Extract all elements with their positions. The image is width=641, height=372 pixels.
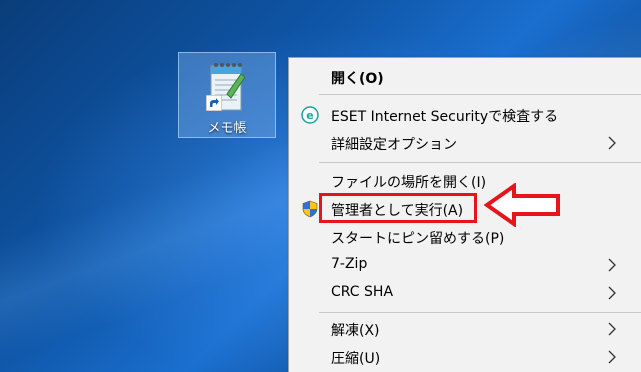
menu-item-open[interactable]: 開く(O)	[289, 64, 639, 90]
chevron-right-icon	[608, 136, 616, 150]
menu-item-advanced-options[interactable]: 詳細設定オプション	[289, 130, 639, 156]
menu-item-crc-sha-label: CRC SHA	[331, 284, 394, 300]
menu-separator	[319, 162, 641, 163]
uac-shield-icon	[302, 200, 318, 218]
menu-item-eset-scan-label: ESET Internet Securityで検査する	[331, 109, 559, 125]
menu-item-7zip-label: 7-Zip	[331, 256, 368, 272]
chevron-right-icon	[608, 350, 616, 364]
notepad-desktop-shortcut[interactable]: メモ帳	[178, 52, 276, 138]
arrow-left-annotation-icon	[484, 183, 560, 227]
chevron-right-icon	[608, 258, 616, 272]
menu-item-extract[interactable]: 解凍(X)	[289, 316, 639, 342]
chevron-right-icon	[608, 322, 616, 336]
menu-item-open-file-location[interactable]: ファイルの場所を開く(I)	[289, 168, 639, 194]
menu-item-compress-label: 圧縮(U)	[331, 351, 381, 367]
menu-item-compress[interactable]: 圧縮(U)	[289, 344, 639, 370]
menu-item-open-label: 開く(O)	[331, 71, 384, 87]
menu-separator	[319, 94, 641, 95]
menu-item-7zip[interactable]: 7-Zip	[289, 252, 639, 278]
notepad-icon-label: メモ帳	[207, 121, 247, 136]
svg-text:e: e	[306, 109, 313, 122]
menu-item-pin-to-start[interactable]: スタートにピン留めする(P)	[289, 224, 639, 250]
menu-item-pin-to-start-label: スタートにピン留めする(P)	[331, 231, 505, 247]
menu-separator	[319, 312, 641, 313]
menu-item-extract-label: 解凍(X)	[331, 323, 380, 339]
menu-item-open-file-location-label: ファイルの場所を開く(I)	[331, 175, 487, 191]
highlight-box-annotation	[319, 193, 477, 223]
shortcut-arrow-icon	[206, 95, 222, 111]
chevron-right-icon	[608, 286, 616, 300]
eset-icon: e	[301, 106, 319, 124]
menu-item-crc-sha[interactable]: CRC SHA	[289, 280, 639, 306]
menu-item-advanced-options-label: 詳細設定オプション	[331, 137, 457, 153]
menu-item-eset-scan[interactable]: e ESET Internet Securityで検査する	[289, 102, 639, 128]
